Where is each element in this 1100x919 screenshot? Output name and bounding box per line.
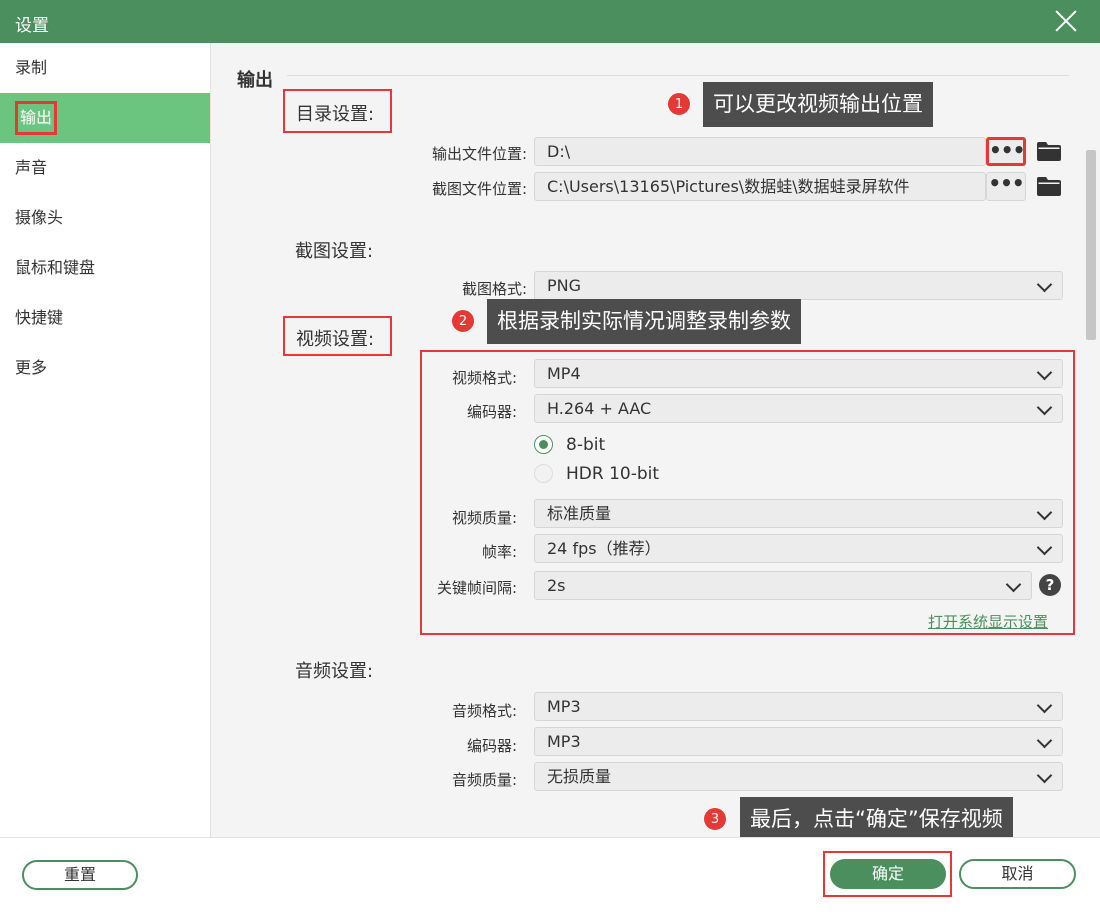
radio-hdr-10bit[interactable]: [534, 464, 553, 483]
sidebar-item-label: 声音: [15, 158, 48, 177]
video-settings-title: 视频设置:: [283, 316, 392, 356]
video-encoder-label: 编码器:: [466, 403, 517, 421]
audio-quality-select[interactable]: 无损质量: [534, 762, 1063, 791]
title-bar: 设置: [0, 0, 1100, 43]
settings-content: 输出 目录设置: 输出文件位置: D:\ ••• 截图文件位置: C:\User…: [211, 43, 1100, 837]
annotation-tooltip-1: 可以更改视频输出位置: [703, 82, 933, 127]
section-title: 输出: [237, 70, 273, 91]
folder-icon[interactable]: [1037, 177, 1061, 196]
window-title: 设置: [15, 16, 49, 36]
video-format-label: 视频格式:: [451, 369, 517, 387]
sidebar-item-record[interactable]: 录制: [0, 43, 210, 93]
screenshot-format-label: 截图格式:: [461, 280, 527, 298]
frame-rate-label: 帧率:: [481, 543, 517, 561]
scrollbar[interactable]: [1086, 150, 1096, 340]
sidebar-item-label: 录制: [15, 58, 48, 77]
reset-button[interactable]: 重置: [22, 860, 138, 890]
video-format-select[interactable]: MP4: [534, 359, 1063, 388]
sidebar-item-output[interactable]: 输出: [0, 93, 210, 143]
annotation-badge-2: 2: [451, 309, 475, 333]
audio-encoder-select[interactable]: MP3: [534, 727, 1063, 756]
radio-8bit[interactable]: [534, 435, 553, 454]
keyframe-interval-label: 关键帧间隔:: [436, 579, 517, 597]
video-encoder-select[interactable]: H.264 + AAC: [534, 394, 1063, 423]
footer: 重置 确定 取消: [0, 837, 1100, 919]
output-location-browse-button[interactable]: •••: [986, 137, 1026, 166]
annotation-badge-3: 3: [703, 807, 727, 831]
output-location-label: 输出文件位置:: [431, 145, 527, 163]
keyframe-interval-select[interactable]: 2s: [534, 571, 1032, 600]
output-location-field[interactable]: D:\: [534, 137, 986, 166]
screenshot-location-field[interactable]: C:\Users\13165\Pictures\数据蛙\数据蛙录屏软件: [534, 172, 986, 201]
screenshot-settings-title: 截图设置:: [295, 241, 374, 262]
open-display-settings-link[interactable]: 打开系统显示设置: [928, 611, 1048, 632]
sidebar-item-more[interactable]: 更多: [0, 343, 210, 393]
sidebar-item-label: 输出: [15, 101, 58, 135]
sidebar-item-sound[interactable]: 声音: [0, 143, 210, 193]
audio-settings-title: 音频设置:: [295, 661, 374, 682]
sidebar-item-label: 鼠标和键盘: [15, 258, 96, 277]
audio-quality-label: 音频质量:: [451, 771, 517, 789]
video-quality-select[interactable]: 标准质量: [534, 499, 1063, 528]
sidebar-item-camera[interactable]: 摄像头: [0, 193, 210, 243]
folder-icon[interactable]: [1037, 142, 1061, 161]
radio-8bit-label: 8-bit: [566, 435, 606, 455]
audio-encoder-label: 编码器:: [466, 737, 517, 755]
sidebar: 录制 输出 声音 摄像头 鼠标和键盘 快捷键 更多: [0, 43, 211, 837]
cancel-button[interactable]: 取消: [959, 859, 1076, 889]
screenshot-location-label: 截图文件位置:: [431, 180, 527, 198]
sidebar-item-label: 更多: [15, 358, 48, 377]
annotation-badge-1: 1: [667, 92, 691, 116]
confirm-button[interactable]: 确定: [830, 859, 946, 889]
video-quality-label: 视频质量:: [451, 509, 517, 527]
annotation-tooltip-3: 最后，点击“确定”保存视频: [740, 797, 1013, 842]
help-icon[interactable]: ?: [1039, 574, 1061, 596]
close-icon[interactable]: [1054, 9, 1078, 33]
section-divider: [287, 75, 1069, 76]
directory-settings-title: 目录设置:: [283, 89, 392, 133]
screenshot-location-browse-button[interactable]: •••: [986, 172, 1026, 201]
radio-hdr-10bit-label: HDR 10-bit: [566, 464, 660, 484]
screenshot-format-select[interactable]: PNG: [534, 271, 1063, 300]
sidebar-item-label: 快捷键: [15, 308, 64, 327]
audio-format-select[interactable]: MP3: [534, 692, 1063, 721]
sidebar-item-label: 摄像头: [15, 208, 64, 227]
frame-rate-select[interactable]: 24 fps（推荐）: [534, 534, 1063, 563]
audio-format-label: 音频格式:: [451, 702, 517, 720]
annotation-tooltip-2: 根据录制实际情况调整录制参数: [487, 299, 801, 344]
sidebar-item-hotkeys[interactable]: 快捷键: [0, 293, 210, 343]
sidebar-item-mouse-keyboard[interactable]: 鼠标和键盘: [0, 243, 210, 293]
